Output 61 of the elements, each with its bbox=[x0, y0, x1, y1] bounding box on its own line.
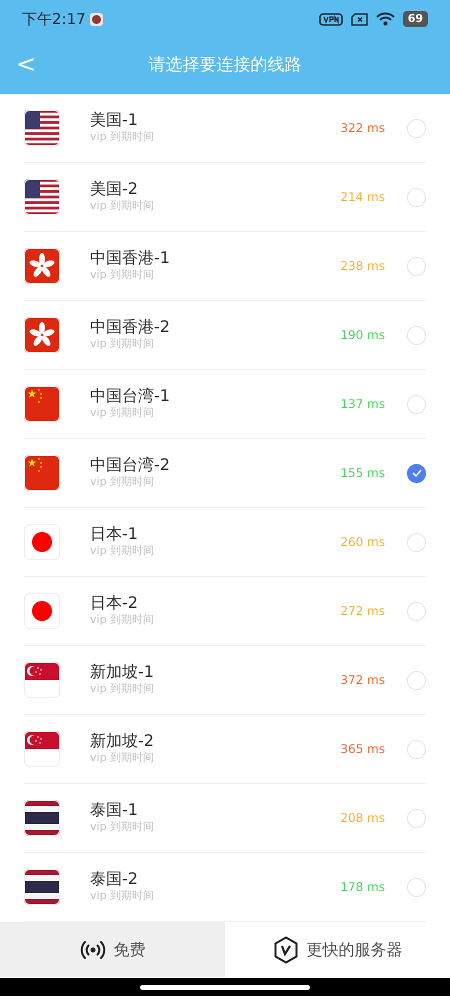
battery-level: 69 bbox=[402, 10, 428, 28]
latency: 322 ms bbox=[339, 120, 385, 137]
latency: 272 ms bbox=[339, 603, 385, 620]
latency: 365 ms bbox=[339, 741, 385, 758]
server-name: 泰国-1 bbox=[90, 800, 139, 820]
home-indicator[interactable] bbox=[140, 984, 310, 990]
server-name: 日本-2 bbox=[90, 593, 139, 612]
latency: 260 ms bbox=[339, 534, 385, 551]
app-notification-icon bbox=[90, 12, 103, 26]
server-name: 美国-2 bbox=[90, 179, 139, 198]
server-subtitle: vip 到期时间 bbox=[90, 474, 156, 490]
hexagon-v-icon bbox=[272, 936, 298, 964]
flag-icon bbox=[24, 455, 60, 491]
server-name: 中国台湾-1 bbox=[90, 386, 171, 406]
server-name: 中国香港-1 bbox=[90, 248, 171, 268]
server-name: 泰国-2 bbox=[90, 869, 139, 888]
server-subtitle: vip 到期时间 bbox=[90, 888, 156, 904]
server-subtitle: vip 到期时间 bbox=[90, 750, 156, 766]
tab[interactable]: 免费 bbox=[0, 922, 225, 978]
flag-icon bbox=[24, 662, 60, 698]
radio-button[interactable] bbox=[407, 464, 426, 482]
server-subtitle: vip 到期时间 bbox=[90, 336, 156, 352]
latency: 137 ms bbox=[339, 396, 385, 413]
wifi-icon bbox=[376, 12, 395, 26]
latency: 214 ms bbox=[339, 189, 385, 206]
flag-icon bbox=[24, 317, 60, 353]
server-name: 新加坡-2 bbox=[90, 731, 155, 750]
page-title: 请选择要连接的线路 bbox=[148, 54, 302, 78]
server-subtitle: vip 到期时间 bbox=[90, 267, 156, 284]
server-subtitle: vip 到期时间 bbox=[90, 543, 156, 560]
server-name: 美国-1 bbox=[90, 110, 139, 130]
latency: 190 ms bbox=[339, 327, 385, 344]
latency: 155 ms bbox=[339, 465, 385, 482]
flag-icon bbox=[24, 179, 60, 215]
vpn-icon bbox=[318, 12, 343, 26]
server-subtitle: vip 到期时间 bbox=[90, 612, 156, 628]
latency: 372 ms bbox=[339, 672, 385, 689]
flag-icon bbox=[24, 800, 60, 836]
broadcast-icon bbox=[80, 938, 106, 962]
flag-icon bbox=[24, 593, 60, 629]
server-name: 日本-1 bbox=[90, 524, 139, 544]
server-subtitle: vip 到期时间 bbox=[90, 198, 156, 214]
latency: 178 ms bbox=[339, 879, 385, 896]
flag-icon bbox=[24, 248, 60, 284]
flag-icon bbox=[24, 869, 60, 905]
latency: 208 ms bbox=[339, 810, 385, 827]
server-name: 中国香港-2 bbox=[90, 317, 171, 336]
flag-icon bbox=[24, 110, 60, 146]
latency: 238 ms bbox=[339, 258, 385, 275]
flag-icon bbox=[24, 731, 60, 767]
check-icon bbox=[412, 469, 422, 477]
server-name: 中国台湾-2 bbox=[90, 455, 171, 474]
no-sim-icon bbox=[350, 12, 368, 26]
flag-icon bbox=[24, 386, 60, 422]
server-name: 新加坡-1 bbox=[90, 662, 155, 682]
server-subtitle: vip 到期时间 bbox=[90, 129, 156, 146]
status-time: 下午2:17 bbox=[22, 8, 86, 30]
server-subtitle: vip 到期时间 bbox=[90, 819, 156, 836]
server-subtitle: vip 到期时间 bbox=[90, 405, 156, 422]
server-subtitle: vip 到期时间 bbox=[90, 681, 156, 698]
flag-icon bbox=[24, 524, 60, 560]
